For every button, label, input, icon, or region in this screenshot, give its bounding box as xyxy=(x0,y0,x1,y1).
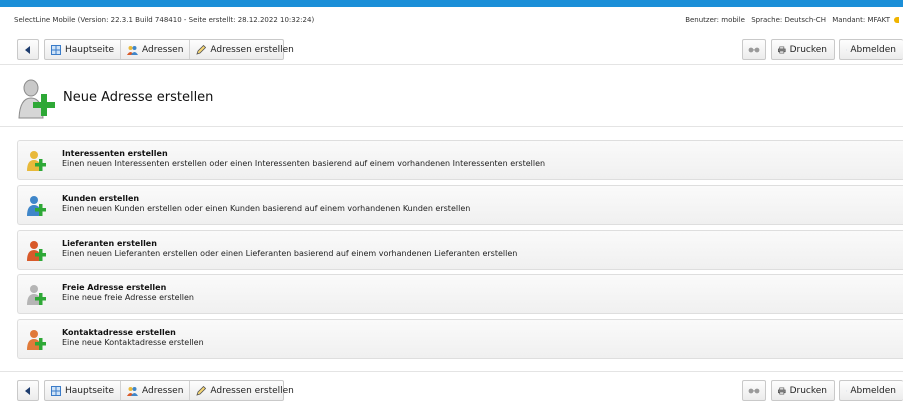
addresses-button[interactable]: Adressen xyxy=(121,40,190,59)
logout-button[interactable]: Abmelden xyxy=(839,39,903,60)
back-button[interactable] xyxy=(17,39,39,60)
glasses-button[interactable] xyxy=(742,39,766,60)
top-toolbar: Hauptseite Adressen Adressen erstellen D… xyxy=(0,30,903,65)
home-grid-icon xyxy=(51,45,61,55)
breadcrumb: Hauptseite Adressen Adressen erstellen xyxy=(44,380,284,401)
print-button[interactable]: Drucken xyxy=(771,39,835,60)
item-description: Eine neue Kontaktadresse erstellen xyxy=(62,338,204,347)
home-grid-icon xyxy=(51,386,61,396)
user-info: Benutzer: mobile xyxy=(685,16,745,24)
people-icon xyxy=(127,386,138,396)
item-description: Einen neuen Lieferanten erstellen oder e… xyxy=(62,249,517,258)
list-item-interessenten[interactable]: Interessenten erstellen Einen neuen Inte… xyxy=(17,140,903,180)
people-icon xyxy=(127,45,138,55)
back-button[interactable] xyxy=(17,380,39,401)
triangle-left-icon xyxy=(25,387,31,395)
triangle-left-icon xyxy=(25,46,31,54)
page-title: Neue Adresse erstellen xyxy=(63,90,213,105)
home-button[interactable]: Hauptseite xyxy=(45,40,121,59)
addresses-button[interactable]: Adressen xyxy=(121,381,190,400)
item-title: Lieferanten erstellen xyxy=(62,239,157,248)
prospect-add-icon xyxy=(26,150,46,172)
pencil-icon xyxy=(196,386,206,396)
list-item-kontaktadresse[interactable]: Kontaktadresse erstellen Eine neue Konta… xyxy=(17,319,903,359)
list-item-lieferanten[interactable]: Lieferanten erstellen Einen neuen Liefer… xyxy=(17,230,903,270)
page-header: Neue Adresse erstellen xyxy=(0,65,903,127)
version-info: SelectLine Mobile (Version: 22.3.1 Build… xyxy=(14,16,314,24)
printer-icon xyxy=(778,386,786,396)
item-title: Interessenten erstellen xyxy=(62,149,168,158)
free-address-add-icon xyxy=(26,284,46,306)
contact-add-icon xyxy=(26,329,46,351)
bottom-toolbar: Hauptseite Adressen Adressen erstellen D… xyxy=(0,371,903,408)
client-info: Mandant: MFAKT xyxy=(832,16,890,24)
glasses-button[interactable] xyxy=(742,380,766,401)
supplier-add-icon xyxy=(26,240,46,262)
list-item-kunden[interactable]: Kunden erstellen Einen neuen Kunden erst… xyxy=(17,185,903,225)
top-accent-stripe xyxy=(0,0,903,7)
item-description: Eine neue freie Adresse erstellen xyxy=(62,293,194,302)
item-title: Freie Adresse erstellen xyxy=(62,283,166,292)
customer-add-icon xyxy=(26,195,46,217)
item-description: Einen neuen Interessenten erstellen oder… xyxy=(62,159,545,168)
add-address-icon xyxy=(17,78,57,120)
list-item-freie-adresse[interactable]: Freie Adresse erstellen Eine neue freie … xyxy=(17,274,903,314)
item-title: Kontaktadresse erstellen xyxy=(62,328,176,337)
language-info: Sprache: Deutsch-CH xyxy=(751,16,826,24)
logout-button[interactable]: Abmelden xyxy=(839,380,903,401)
glasses-icon xyxy=(748,47,760,53)
item-description: Einen neuen Kunden erstellen oder einen … xyxy=(62,204,470,213)
item-title: Kunden erstellen xyxy=(62,194,139,203)
printer-icon xyxy=(778,45,786,55)
print-button[interactable]: Drucken xyxy=(771,380,835,401)
breadcrumb: Hauptseite Adressen Adressen erstellen xyxy=(44,39,284,60)
home-button[interactable]: Hauptseite xyxy=(45,381,121,400)
create-addresses-button[interactable]: Adressen erstellen xyxy=(190,40,299,59)
info-bar: SelectLine Mobile (Version: 22.3.1 Build… xyxy=(0,7,903,29)
create-addresses-button[interactable]: Adressen erstellen xyxy=(190,381,299,400)
glasses-icon xyxy=(748,388,760,394)
pencil-icon xyxy=(196,45,206,55)
session-info: Benutzer: mobile Sprache: Deutsch-CH Man… xyxy=(681,16,899,24)
client-dot-icon xyxy=(894,17,899,23)
